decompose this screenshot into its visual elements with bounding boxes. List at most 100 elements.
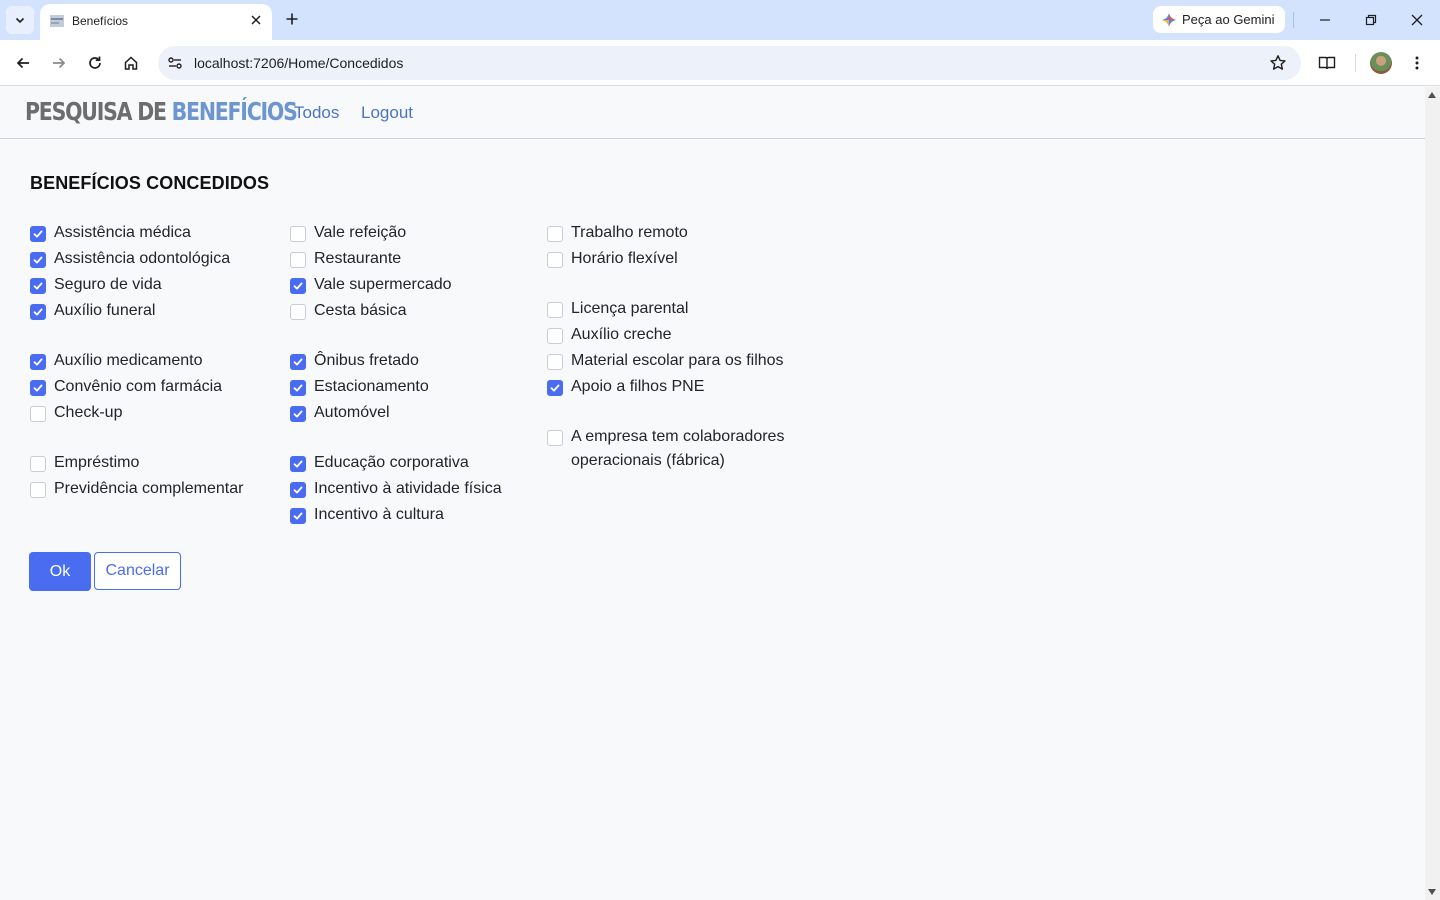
close-icon	[1411, 14, 1423, 26]
benefit-checkbox-item[interactable]: Assistência odontológica	[30, 250, 230, 271]
benefit-checkbox-item[interactable]: Previdência complementar	[30, 480, 243, 501]
benefit-checkbox-item[interactable]: Trabalho remoto	[547, 224, 688, 245]
checkbox-label: Convênio com farmácia	[54, 378, 223, 395]
vertical-scrollbar[interactable]	[1425, 87, 1440, 900]
checkbox[interactable]	[547, 380, 563, 396]
tab-search-button[interactable]	[6, 6, 34, 34]
benefit-checkbox-item[interactable]: Check-up	[30, 404, 122, 425]
benefit-checkbox-item[interactable]: Assistência médica	[30, 224, 191, 245]
benefit-checkbox-item[interactable]: Incentivo à atividade física	[290, 480, 502, 501]
checkbox[interactable]	[30, 226, 46, 242]
checkbox[interactable]	[290, 354, 306, 370]
checkbox[interactable]	[290, 508, 306, 524]
checkbox-label: Horário flexível	[571, 250, 678, 267]
checkbox[interactable]	[290, 252, 306, 268]
minimize-button[interactable]	[1313, 8, 1337, 32]
divider	[1293, 12, 1294, 28]
benefit-checkbox-item[interactable]: Educação corporativa	[290, 454, 469, 475]
checkbox-label: Trabalho remoto	[571, 224, 688, 241]
benefit-checkbox-item[interactable]: Automóvel	[290, 404, 390, 425]
checkbox[interactable]	[290, 406, 306, 422]
home-button[interactable]	[119, 51, 143, 75]
nav-link-todos[interactable]: Todos	[294, 103, 339, 123]
benefit-checkbox-item[interactable]: Incentivo à cultura	[290, 506, 444, 527]
chevron-down-icon	[15, 17, 25, 24]
checkbox[interactable]	[290, 226, 306, 242]
benefit-checkbox-item[interactable]: Convênio com farmácia	[30, 378, 222, 399]
checkbox[interactable]	[30, 278, 46, 294]
site-info-icon[interactable]	[166, 54, 184, 72]
menu-button[interactable]	[1405, 51, 1429, 75]
checkbox[interactable]	[547, 430, 563, 446]
checkbox[interactable]	[547, 252, 563, 268]
checkbox[interactable]	[30, 304, 46, 320]
nav-link-logout[interactable]: Logout	[361, 103, 413, 123]
restore-button[interactable]	[1359, 8, 1383, 32]
benefit-checkbox-item[interactable]: Empréstimo	[30, 454, 139, 475]
browser-tab[interactable]: Benefícios	[40, 4, 272, 40]
site-logo[interactable]: PESQUISA DE BENEFÍCIOS	[25, 97, 298, 126]
benefit-checkbox-item[interactable]: Vale supermercado	[290, 276, 452, 297]
benefit-checkbox-item[interactable]: Auxílio funeral	[30, 302, 155, 323]
scroll-down-arrow-icon[interactable]	[1428, 889, 1436, 895]
checkmark-icon	[33, 358, 43, 366]
benefit-checkbox-item[interactable]: Licença parental	[547, 300, 688, 321]
checkbox[interactable]	[290, 456, 306, 472]
benefit-checkbox-item[interactable]: Vale refeição	[290, 224, 406, 245]
site-navbar: PESQUISA DE BENEFÍCIOS Todos Logout	[0, 87, 1425, 139]
checkbox[interactable]	[290, 380, 306, 396]
reload-icon	[89, 56, 101, 69]
checkbox-label: Check-up	[54, 404, 123, 421]
checkbox-label: Educação corporativa	[314, 454, 469, 471]
reading-mode-button[interactable]	[1315, 51, 1339, 75]
checkbox[interactable]	[290, 304, 306, 320]
url-text[interactable]: localhost:7206/Home/Concedidos	[194, 55, 403, 71]
checkbox[interactable]	[30, 354, 46, 370]
checkmark-icon	[293, 358, 303, 366]
benefit-checkbox-item[interactable]: Horário flexível	[547, 250, 678, 271]
reload-button[interactable]	[83, 51, 107, 75]
checkbox[interactable]	[547, 226, 563, 242]
gemini-button[interactable]: Peça ao Gemini	[1153, 6, 1285, 33]
divider	[1355, 54, 1356, 72]
cancel-button[interactable]: Cancelar	[94, 552, 181, 590]
checkmark-icon	[550, 384, 560, 392]
checkbox[interactable]	[30, 252, 46, 268]
back-button[interactable]	[11, 51, 35, 75]
window-close-button[interactable]	[1405, 8, 1429, 32]
benefit-checkbox-item[interactable]: Ônibus fretado	[290, 352, 419, 373]
benefit-checkbox-item[interactable]: Auxílio medicamento	[30, 352, 203, 373]
checkbox-label: Auxílio creche	[571, 326, 672, 343]
ok-button[interactable]: Ok	[29, 552, 91, 591]
checkbox[interactable]	[547, 328, 563, 344]
address-bar[interactable]: localhost:7206/Home/Concedidos	[158, 46, 1301, 80]
benefit-checkbox-item[interactable]: Material escolar para os filhos	[547, 352, 784, 373]
checkbox[interactable]	[30, 456, 46, 472]
benefit-checkbox-item[interactable]: Seguro de vida	[30, 276, 162, 297]
checkbox[interactable]	[30, 380, 46, 396]
checkmark-icon	[33, 230, 43, 238]
checkbox[interactable]	[547, 302, 563, 318]
scroll-up-arrow-icon[interactable]	[1428, 92, 1436, 98]
checkbox[interactable]	[290, 278, 306, 294]
plus-icon	[286, 13, 298, 25]
browser-tabstrip: Benefícios Peça ao Gemini	[0, 0, 1440, 40]
checkbox[interactable]	[547, 354, 563, 370]
checkbox[interactable]	[30, 482, 46, 498]
forward-button[interactable]	[47, 51, 71, 75]
benefit-checkbox-item[interactable]: Auxílio creche	[547, 326, 672, 347]
checkbox-label: Apoio a filhos PNE	[571, 378, 705, 395]
benefit-checkbox-item[interactable]: Cesta básica	[290, 302, 407, 323]
benefit-checkbox-item[interactable]: Apoio a filhos PNE	[547, 378, 704, 399]
more-vert-icon	[1415, 56, 1419, 70]
new-tab-button[interactable]	[280, 7, 304, 31]
checkbox-label: Vale supermercado	[314, 276, 452, 293]
checkbox[interactable]	[290, 482, 306, 498]
benefit-checkbox-item[interactable]: Estacionamento	[290, 378, 429, 399]
tab-close-icon[interactable]	[248, 12, 264, 28]
checkbox[interactable]	[30, 406, 46, 422]
benefit-checkbox-item[interactable]: Restaurante	[290, 250, 401, 271]
benefit-checkbox-item[interactable]: A empresa tem colaboradores operacionais…	[547, 428, 807, 473]
bookmark-star-icon[interactable]	[1269, 54, 1287, 72]
profile-avatar[interactable]	[1370, 52, 1392, 74]
